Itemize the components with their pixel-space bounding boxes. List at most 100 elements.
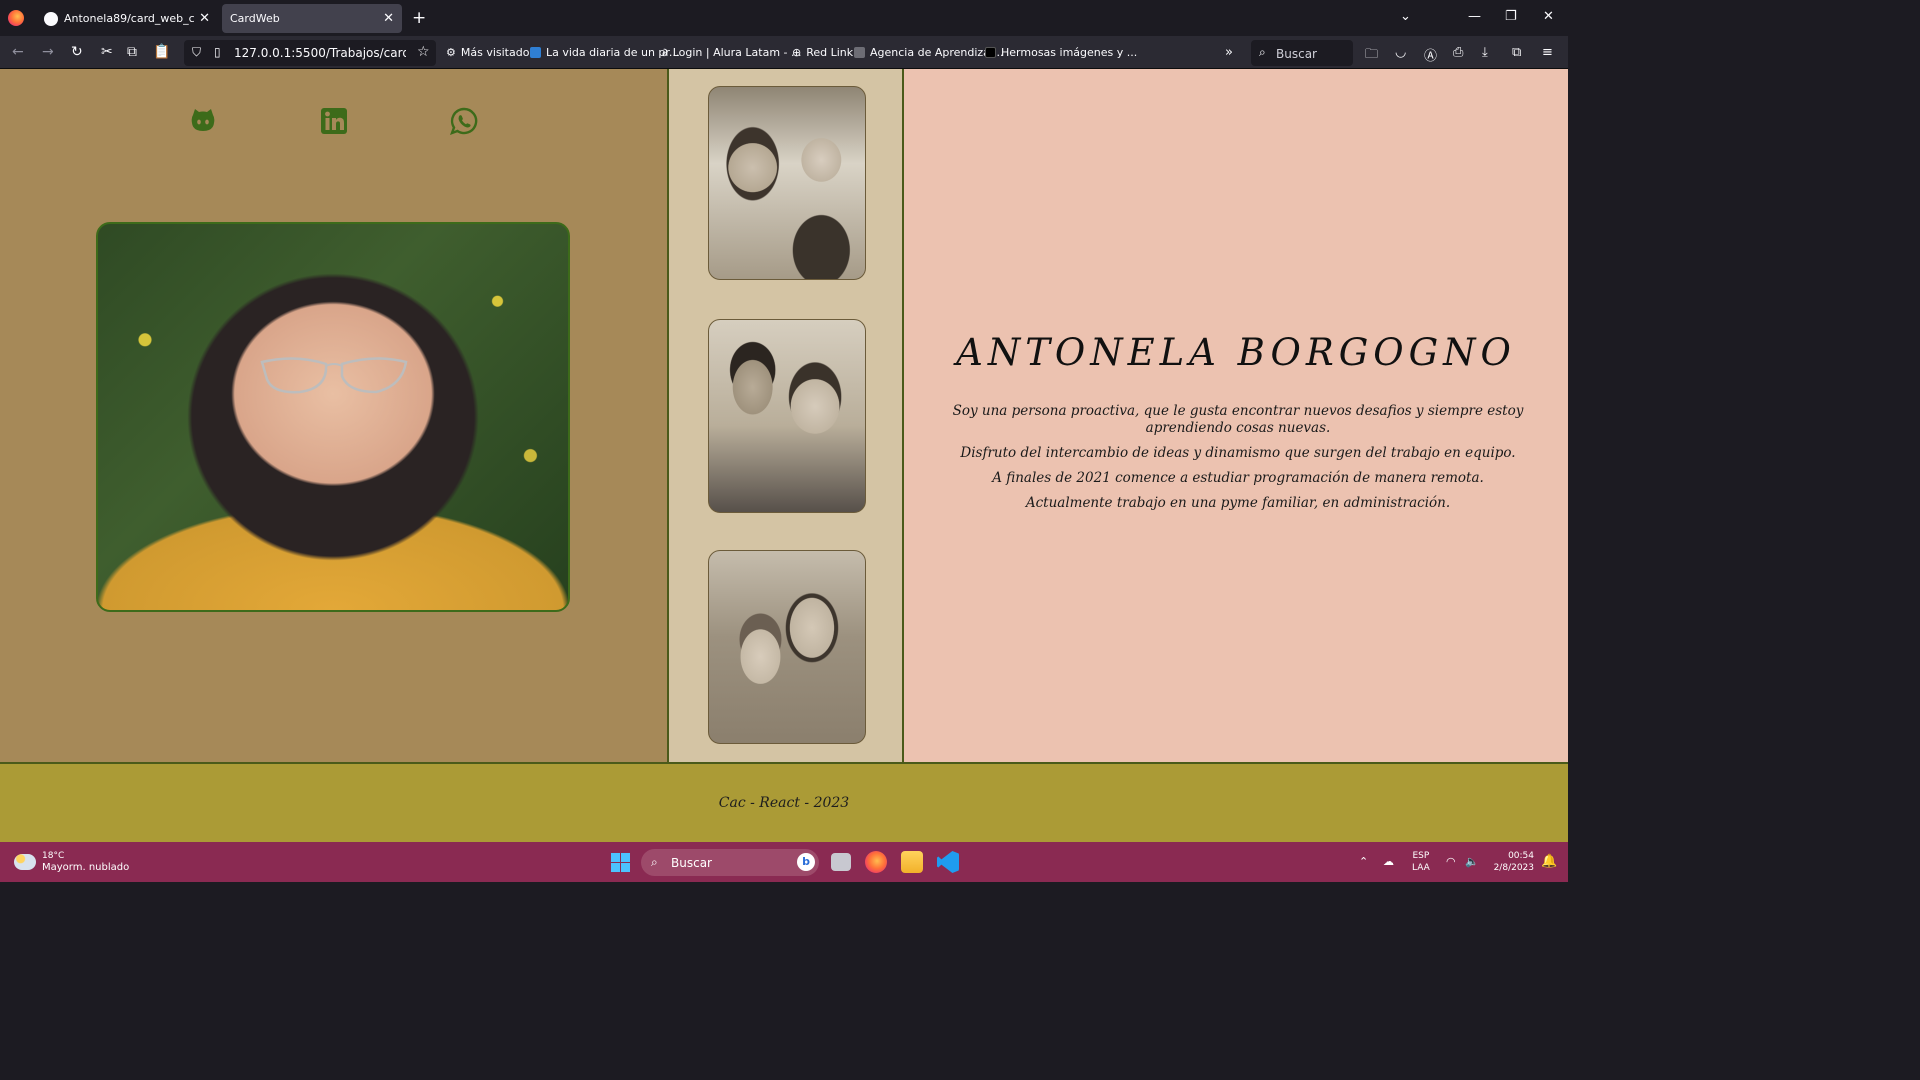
restore-window-icon[interactable]: ❐	[1505, 9, 1517, 24]
bookmark-label: Red Link	[806, 46, 854, 59]
forward-button[interactable]: →	[42, 44, 54, 60]
alura-icon: ∂	[662, 46, 668, 59]
shield-icon[interactable]: ⛉	[192, 45, 201, 60]
new-tab-button[interactable]: +	[412, 8, 426, 28]
list-all-tabs-icon[interactable]: ⌄	[1400, 9, 1411, 24]
clock-date: 2/8/2023	[1493, 863, 1534, 873]
cut-icon[interactable]: ✂	[101, 44, 113, 60]
language-code: ESP	[1412, 851, 1430, 861]
profile-photo	[96, 222, 570, 612]
vscode-icon[interactable]	[937, 851, 959, 873]
gear-icon: ⚙	[446, 46, 456, 59]
partly-cloudy-icon	[14, 854, 36, 870]
firefox-taskbar-icon[interactable]	[865, 851, 887, 873]
bio-paragraph: Disfruto del intercambio de ideas y dina…	[960, 445, 1516, 461]
taskbar-search[interactable]: ⌕ Buscar b	[641, 849, 819, 876]
page-info-icon[interactable]: ▯	[214, 45, 221, 59]
search-placeholder: Buscar	[1276, 47, 1317, 61]
cardweb-page: ANTONELA BORGOGNO Soy una persona proact…	[0, 69, 1568, 842]
keyboard-layout: LAA	[1412, 863, 1430, 873]
weather-desc: Mayorm. nublado	[42, 862, 130, 873]
github-icon[interactable]	[188, 106, 218, 136]
whatsapp-icon[interactable]	[449, 106, 479, 136]
bookmark-label: Más visitados	[460, 46, 536, 59]
weather-temp: 18°C	[42, 851, 65, 861]
gallery-photo-mother-baby	[708, 86, 866, 280]
folder-icon[interactable]: 🗀	[1365, 45, 1378, 67]
system-clock[interactable]: 00:54 2/8/2023	[1490, 850, 1534, 874]
bio-text: Soy una persona proactiva, que le gusta …	[948, 403, 1528, 520]
alura-icon	[530, 47, 541, 58]
pocket-icon[interactable]: ◡	[1395, 45, 1406, 60]
windows-start-icon[interactable]	[611, 853, 630, 872]
file-explorer-icon[interactable]	[901, 851, 923, 873]
about-panel: ANTONELA BORGOGNO Soy una persona proact…	[904, 69, 1568, 764]
glasses-shape	[260, 357, 408, 394]
search-icon: ⌕	[651, 855, 658, 869]
bookmark-label: Hermosas imágenes y ...	[1001, 46, 1138, 59]
hamburger-menu-icon[interactable]: ≡	[1542, 45, 1553, 60]
gallery-photo-couple	[708, 319, 866, 513]
weather-widget[interactable]: 18°C Mayorm. nublado	[14, 850, 129, 874]
bookmark-vida-diaria[interactable]: La vida diaria de un pr...	[530, 46, 679, 59]
more-bookmarks-chevron-icon[interactable]: »	[1225, 45, 1233, 60]
volume-icon[interactable]: 🔈	[1465, 855, 1479, 868]
photo-gallery	[667, 69, 904, 764]
browser-tab-bar: Antonela89/card_web_comision ✕ CardWeb ✕…	[0, 0, 1568, 36]
bio-paragraph: A finales de 2021 comence a estudiar pro…	[992, 470, 1484, 486]
extensions-icon[interactable]: ⧉	[1512, 45, 1521, 60]
navigation-toolbar: ← → ↻ ✂ ⧉ 📋 ⛉ ▯ 127.0.0.1:5500/Trabajos/…	[0, 36, 1568, 69]
bing-icon[interactable]: b	[797, 853, 815, 871]
bookmark-red-link[interactable]: ⊕ Red Link	[792, 46, 853, 59]
clock-time: 00:54	[1508, 851, 1534, 861]
image-icon	[985, 47, 996, 58]
account-icon[interactable]: Ⓐ	[1424, 45, 1437, 64]
bookmark-agencia[interactable]: Agencia de Aprendizaj...	[854, 46, 1003, 59]
github-favicon-icon	[44, 11, 58, 26]
tab-cardweb[interactable]: CardWeb ✕	[222, 4, 402, 33]
language-indicator[interactable]: ESP LAA	[1412, 850, 1430, 874]
close-tab-icon[interactable]: ✕	[199, 11, 210, 26]
reload-button[interactable]: ↻	[71, 44, 83, 60]
profile-name: ANTONELA BORGOGNO	[956, 331, 1516, 374]
agency-icon	[854, 47, 865, 58]
tab-label: Antonela89/card_web_comision	[64, 12, 195, 25]
wifi-icon[interactable]: ◠	[1446, 855, 1456, 868]
page-footer: Cac - React - 2023	[0, 762, 1568, 842]
bookmark-mas-visitados[interactable]: ⚙ Más visitados	[446, 46, 535, 59]
task-view-icon[interactable]	[831, 853, 851, 871]
notifications-bell-icon[interactable]: 🔔	[1541, 854, 1557, 869]
show-hidden-icons-chevron-icon[interactable]: ⌃	[1359, 855, 1368, 868]
print-icon[interactable]: ⎙	[1453, 45, 1463, 60]
minimize-window-icon[interactable]: —	[1468, 9, 1481, 24]
taskbar-search-label: Buscar	[671, 856, 712, 870]
bio-paragraph: Soy una persona proactiva, que le gusta …	[952, 403, 1524, 436]
bookmark-star-icon[interactable]: ☆	[417, 44, 430, 60]
linkedin-icon[interactable]	[319, 106, 349, 136]
tab-label: CardWeb	[230, 12, 280, 25]
search-input[interactable]: ⌕ Buscar	[1251, 40, 1353, 66]
onedrive-icon[interactable]: ☁	[1383, 855, 1394, 868]
bookmark-label: La vida diaria de un pr...	[546, 46, 680, 59]
bookmark-label: Login | Alura Latam - ...	[672, 46, 802, 59]
copy-icon[interactable]: ⧉	[127, 44, 137, 60]
bookmark-hermosas-imagenes[interactable]: Hermosas imágenes y ...	[985, 46, 1137, 59]
url-text[interactable]: 127.0.0.1:5500/Trabajos/card_web	[234, 46, 406, 60]
download-icon[interactable]: ⤓	[1482, 45, 1488, 60]
gallery-photo-mother-child	[708, 550, 866, 744]
bookmark-alura-login[interactable]: ∂ Login | Alura Latam - ...	[662, 46, 801, 59]
firefox-menu-icon[interactable]	[8, 10, 24, 26]
windows-taskbar: 18°C Mayorm. nublado ⌕ Buscar b ⌃ ☁ ESP …	[0, 842, 1568, 882]
footer-text: Cac - React - 2023	[718, 795, 850, 811]
back-button[interactable]: ←	[12, 44, 24, 60]
globe-icon: ⊕	[792, 46, 802, 59]
profile-panel	[0, 69, 667, 764]
bio-paragraph: Actualmente trabajo en una pyme familiar…	[1025, 495, 1451, 511]
tab-github[interactable]: Antonela89/card_web_comision ✕	[36, 4, 218, 33]
url-bar[interactable]: ⛉ ▯ 127.0.0.1:5500/Trabajos/card_web ☆	[184, 40, 436, 66]
close-window-icon[interactable]: ✕	[1543, 9, 1554, 24]
search-icon: ⌕	[1259, 45, 1266, 59]
paste-icon[interactable]: 📋	[153, 44, 170, 60]
close-tab-icon[interactable]: ✕	[383, 11, 394, 26]
bookmark-label: Agencia de Aprendizaj...	[870, 46, 1004, 59]
